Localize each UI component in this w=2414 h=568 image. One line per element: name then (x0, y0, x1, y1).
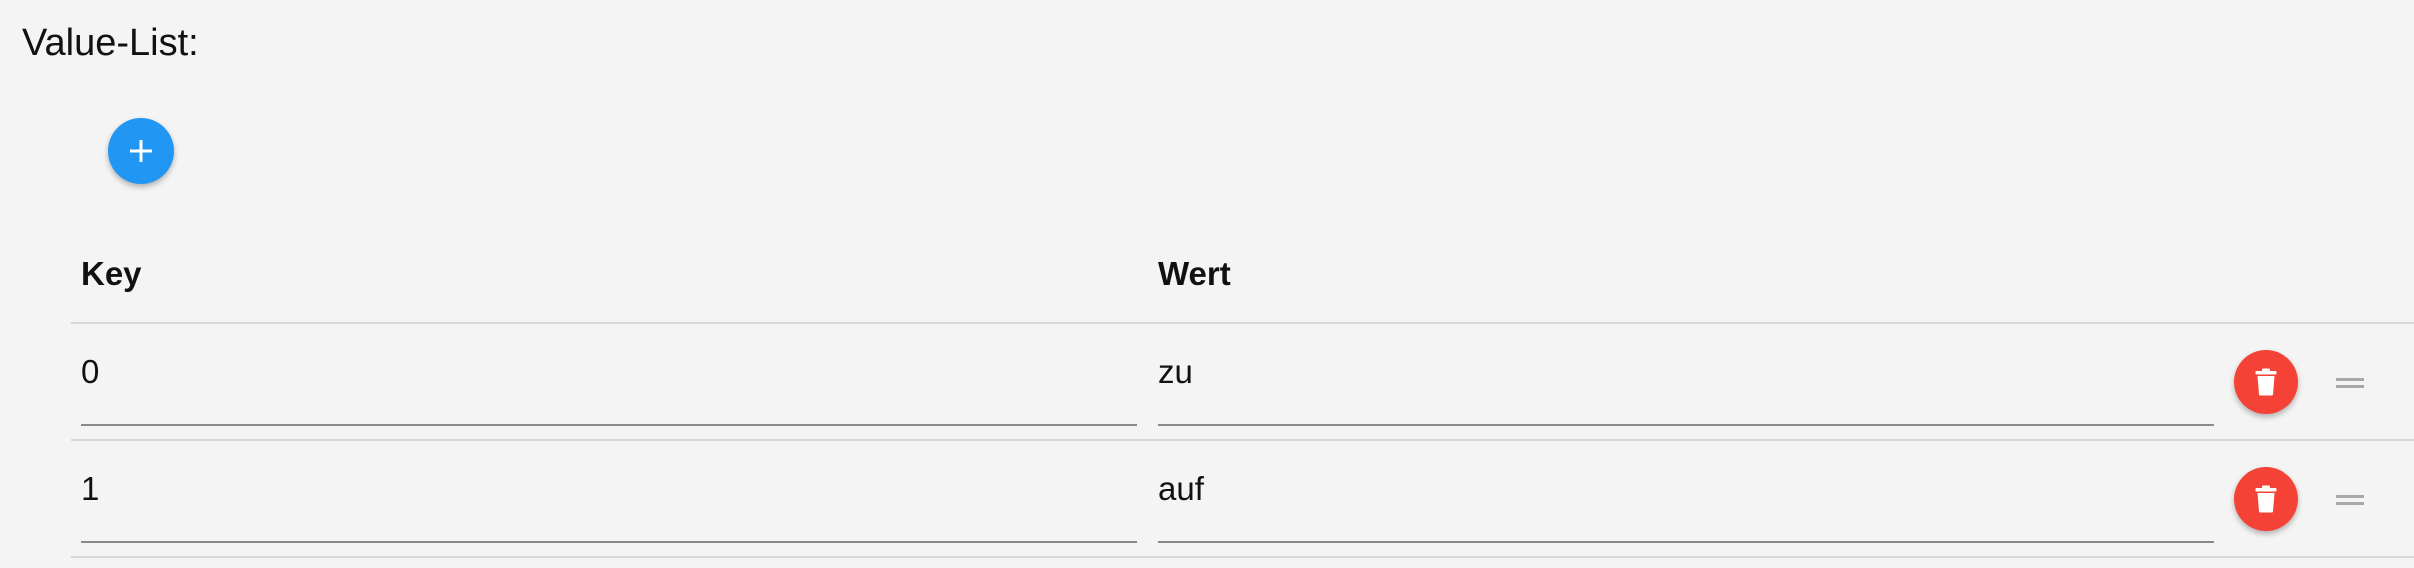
key-field (81, 441, 1137, 543)
trash-icon (2255, 368, 2277, 396)
section-title: Value-List: (22, 22, 199, 64)
value-field (1158, 324, 2214, 426)
table-row (71, 441, 2414, 558)
key-field (81, 324, 1137, 426)
plus-icon (130, 140, 152, 162)
delete-row-button[interactable] (2234, 350, 2298, 414)
column-header-key: Key (81, 255, 142, 292)
drag-handle-icon[interactable] (2336, 489, 2364, 511)
value-input[interactable] (1158, 467, 2214, 511)
delete-row-button[interactable] (2234, 467, 2298, 531)
value-input[interactable] (1158, 350, 2214, 394)
key-input[interactable] (81, 350, 1137, 394)
value-field (1158, 441, 2214, 543)
table-header: Key Wert (71, 240, 2414, 324)
column-header-wert: Wert (1158, 255, 1231, 292)
table-row (71, 324, 2414, 441)
drag-handle-icon[interactable] (2336, 372, 2364, 394)
trash-icon (2255, 485, 2277, 513)
key-input[interactable] (81, 467, 1137, 511)
add-row-button[interactable] (108, 118, 174, 184)
value-list-table: Key Wert (71, 240, 2414, 558)
